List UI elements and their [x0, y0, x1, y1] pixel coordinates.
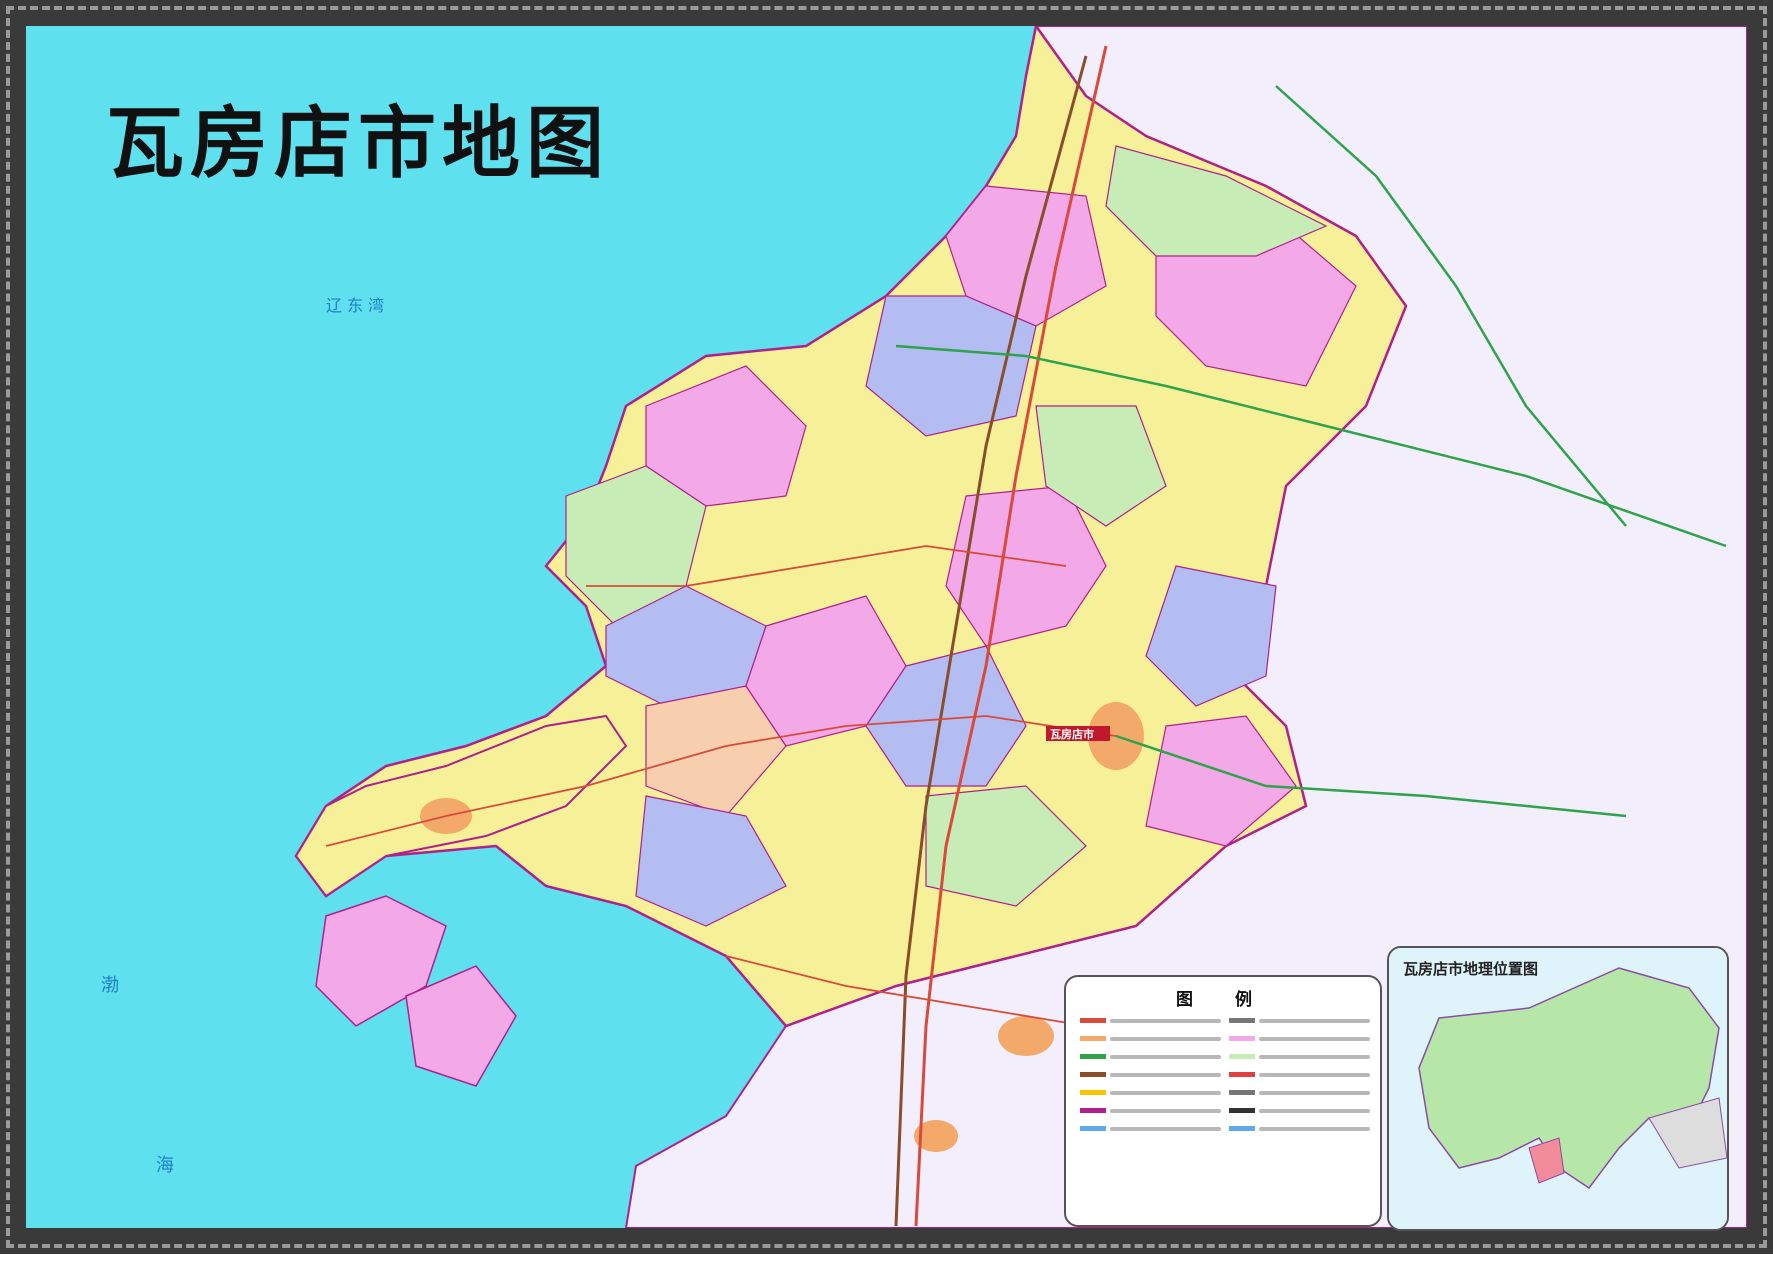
legend-item: [1229, 1049, 1370, 1064]
legend-symbol: [1229, 1126, 1255, 1131]
legend-column: [1080, 1013, 1221, 1215]
legend-symbol: [1080, 1072, 1106, 1077]
legend-symbol: [1080, 1108, 1106, 1113]
legend-label-placeholder: [1110, 1054, 1221, 1059]
legend-label-placeholder: [1110, 1036, 1221, 1041]
legend-symbol: [1229, 1072, 1255, 1077]
location-inset-map: 瓦房店市地理位置图: [1387, 946, 1729, 1231]
legend-symbol-list: [1080, 1013, 1370, 1215]
legend-item: [1229, 1013, 1370, 1028]
legend-item: [1080, 1013, 1221, 1028]
legend: 图 例: [1064, 975, 1382, 1227]
legend-label-placeholder: [1259, 1054, 1370, 1059]
legend-label-placeholder: [1259, 1108, 1370, 1113]
sea-label-hai: 海: [156, 1155, 174, 1176]
legend-item: [1080, 1049, 1221, 1064]
legend-symbol: [1080, 1036, 1106, 1041]
city-marker-label: 瓦房店市: [1050, 727, 1094, 741]
legend-label-placeholder: [1110, 1018, 1221, 1023]
legend-symbol: [1080, 1018, 1106, 1023]
legend-symbol: [1229, 1054, 1255, 1059]
legend-item: [1229, 1085, 1370, 1100]
legend-symbol: [1080, 1054, 1106, 1059]
urban-area-south: [998, 1016, 1054, 1056]
legend-item: [1080, 1067, 1221, 1082]
legend-item: [1080, 1103, 1221, 1118]
sea-label-liaodong: 辽 东 湾: [326, 296, 384, 315]
legend-label-placeholder: [1110, 1090, 1221, 1095]
legend-label-placeholder: [1259, 1036, 1370, 1041]
legend-symbol: [1229, 1090, 1255, 1095]
legend-item: [1080, 1085, 1221, 1100]
legend-item: [1080, 1031, 1221, 1046]
map-title: 瓦房店市地图: [106, 98, 611, 189]
legend-label-placeholder: [1259, 1018, 1370, 1023]
legend-title: 图 例: [1176, 990, 1270, 1010]
legend-item: [1080, 1121, 1221, 1136]
legend-label-placeholder: [1259, 1090, 1370, 1095]
legend-symbol: [1229, 1036, 1255, 1041]
legend-item: [1229, 1103, 1370, 1118]
inset-canvas: [1389, 948, 1727, 1229]
inset-title: 瓦房店市地理位置图: [1403, 960, 1539, 978]
legend-column: [1229, 1013, 1370, 1215]
legend-label-placeholder: [1259, 1072, 1370, 1077]
legend-symbol: [1229, 1018, 1255, 1023]
legend-symbol: [1229, 1108, 1255, 1113]
legend-label-placeholder: [1110, 1072, 1221, 1077]
sea-label-bo: 渤: [101, 975, 119, 996]
legend-label-placeholder: [1110, 1126, 1221, 1131]
legend-symbol: [1080, 1090, 1106, 1095]
legend-symbol: [1080, 1126, 1106, 1131]
legend-item: [1229, 1031, 1370, 1046]
legend-label-placeholder: [1259, 1126, 1370, 1131]
legend-item: [1229, 1067, 1370, 1082]
legend-item: [1229, 1121, 1370, 1136]
legend-label-placeholder: [1110, 1108, 1221, 1113]
